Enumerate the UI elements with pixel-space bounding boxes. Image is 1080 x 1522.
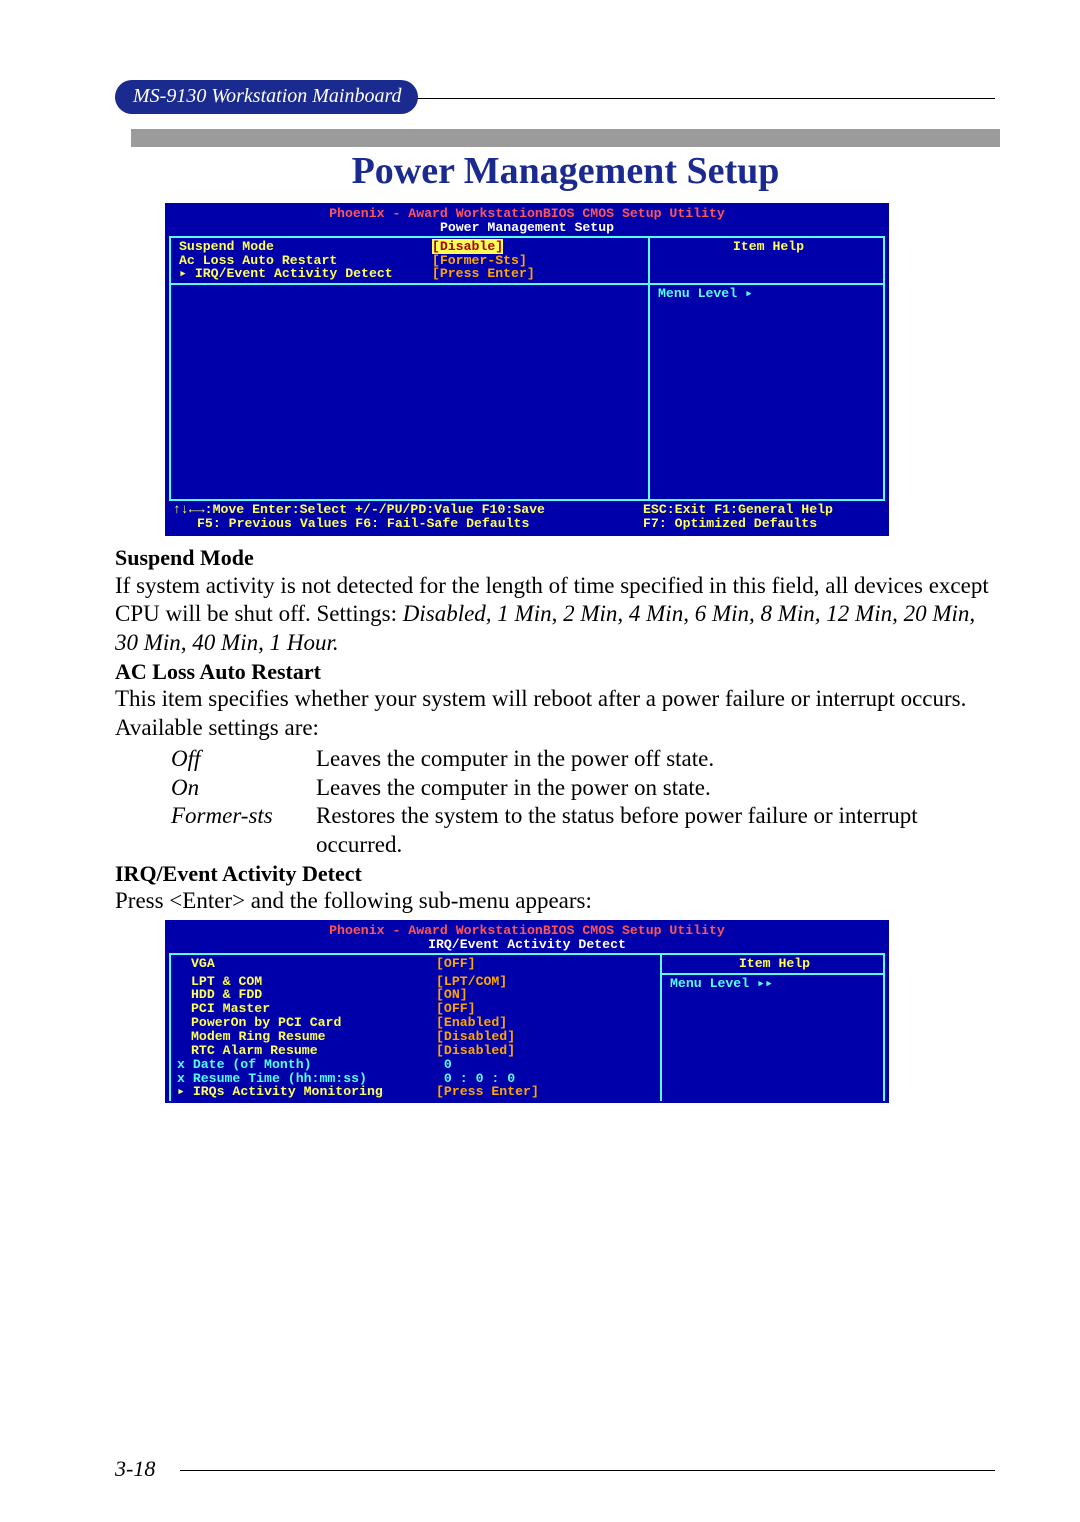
page-number: 3-18 (115, 1456, 155, 1482)
bios-screenshot-1: Phoenix - Award WorkstationBIOS CMOS Set… (165, 203, 889, 536)
bios2-item: HDD & FDD[ON] (191, 988, 656, 1002)
irq-heading: IRQ/Event Activity Detect (115, 860, 995, 888)
acloss-body: This item specifies whether your system … (115, 685, 995, 743)
bios2-item: x Resume Time (hh:mm:ss) 0 : 0 : 0 (177, 1072, 656, 1086)
body-text: Suspend Mode If system activity is not d… (115, 544, 995, 916)
bios2-item: ▸ IRQs Activity Monitoring[Press Enter] (177, 1085, 656, 1099)
suspend-heading: Suspend Mode (115, 544, 995, 572)
header-badge: MS-9130 Workstation Mainboard (115, 80, 418, 114)
bios-screenshot-2: Phoenix - Award WorkstationBIOS CMOS Set… (165, 920, 889, 1103)
bios2-item: PowerOn by PCI Card[Enabled] (191, 1016, 656, 1030)
bios1-footer: ↑↓←→:Move Enter:Select +/-/PU/PD:Value F… (167, 501, 887, 534)
bios1-item: Suspend Mode [Disable] (179, 240, 644, 254)
irq-body: Press <Enter> and the following sub-menu… (115, 887, 995, 916)
bios2-header: Phoenix - Award WorkstationBIOS CMOS Set… (167, 922, 887, 952)
menu-level: Menu Level ▸ (658, 286, 753, 301)
item-help-label: Item Help (733, 239, 804, 254)
acloss-settings-table: Off Leaves the computer in the power off… (171, 745, 995, 860)
bios2-item: x Date (of Month) 0 (177, 1058, 656, 1072)
bios2-item: Modem Ring Resume[Disabled] (191, 1030, 656, 1044)
menu-level: Menu Level ▸▸ (670, 976, 773, 991)
bios2-item: LPT & COM[LPT/COM] (191, 975, 656, 989)
page-number-rule (180, 1470, 995, 1471)
acloss-heading: AC Loss Auto Restart (115, 658, 995, 686)
bios1-item: Ac Loss Auto Restart [Former-Sts] (179, 254, 644, 268)
bios2-item: VGA[OFF] (191, 957, 656, 971)
bios1-item: ▸ IRQ/Event Activity Detect [Press Enter… (179, 267, 644, 281)
title-area: Power Management Setup (131, 129, 1000, 197)
page-title: Power Management Setup (131, 147, 1000, 197)
bios2-item: PCI Master[OFF] (191, 1002, 656, 1016)
bios2-item: RTC Alarm Resume[Disabled] (191, 1044, 656, 1058)
suspend-body: If system activity is not detected for t… (115, 572, 995, 658)
bios1-header: Phoenix - Award WorkstationBIOS CMOS Set… (167, 205, 887, 235)
item-help-label: Item Help (739, 956, 810, 971)
